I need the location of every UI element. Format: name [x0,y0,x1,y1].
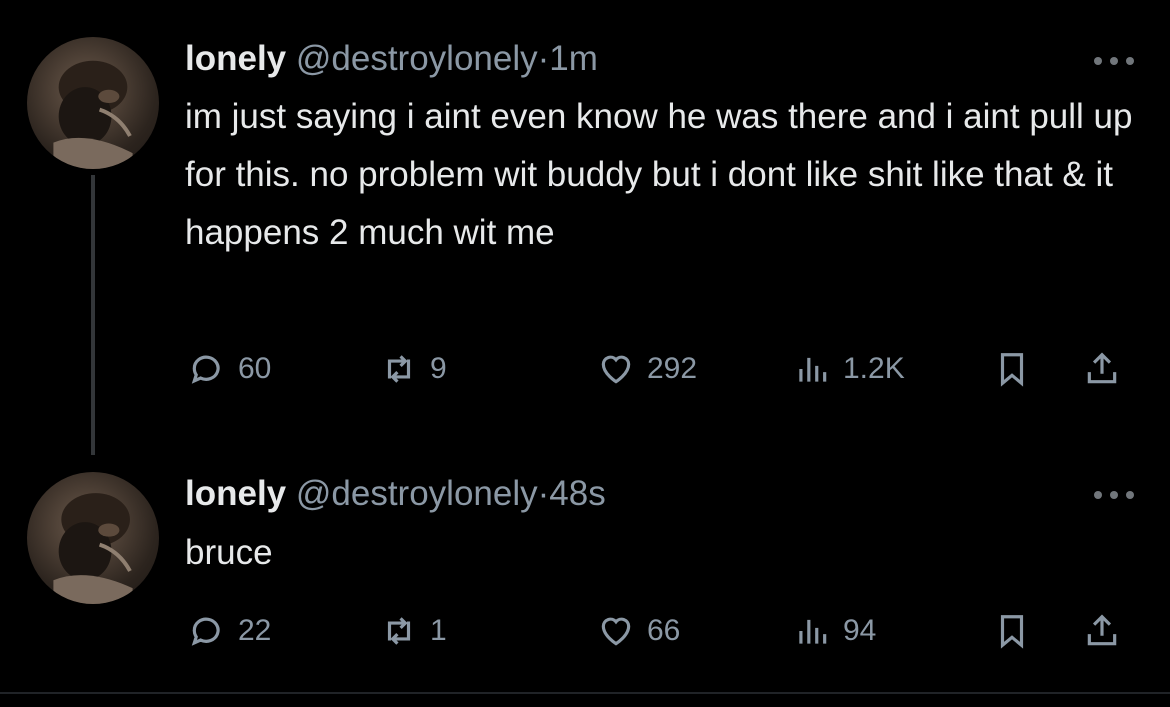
bookmark-icon [1000,615,1024,649]
views-count: 94 [843,614,877,647]
heart-icon [601,617,631,646]
avatar-image [53,493,133,604]
tweet[interactable]: lonely @destroylonely·48s bruce 22 1 66 … [0,462,1170,692]
share-icon [1087,614,1117,646]
retweet-count: 1 [430,614,447,647]
like-button[interactable]: 66 [597,606,680,656]
tweet-header: lonely @destroylonely·48s [185,473,606,515]
like-button[interactable]: 292 [597,344,697,394]
reply-button[interactable]: 22 [188,606,271,656]
views-icon [799,357,827,382]
retweet-count: 9 [430,352,447,385]
timestamp[interactable]: 48s [549,474,605,513]
share-icon [1087,352,1117,384]
timestamp[interactable]: 1m [549,39,598,78]
heart-icon [601,355,631,384]
action-bar: 60 9 292 1.2K [0,344,1170,394]
reply-button[interactable]: 60 [188,344,271,394]
thread-line [91,175,95,455]
display-name[interactable]: lonely [185,39,286,78]
tweet[interactable]: lonely @destroylonely·1m im just saying … [0,0,1170,455]
tweet-text: im just saying i aint even know he was t… [185,97,1133,252]
tweet-text: bruce [185,533,273,572]
reply-icon [191,617,220,646]
more-icon[interactable] [1094,488,1134,502]
reply-count: 60 [238,352,272,385]
views-button[interactable]: 1.2K [793,344,905,394]
retweet-button[interactable]: 1 [380,606,447,656]
tweet-header: lonely @destroylonely·1m [185,38,598,80]
bookmark-button[interactable] [993,606,1031,656]
display-name[interactable]: lonely [185,474,286,513]
divider [0,692,1170,694]
reply-count: 22 [238,614,272,647]
views-count: 1.2K [843,352,905,385]
separator-dot: · [537,39,550,78]
retweet-icon [387,617,411,645]
views-icon [799,619,827,644]
avatar[interactable] [27,37,159,169]
user-handle[interactable]: @destroylonely [296,474,538,513]
share-button[interactable] [1083,606,1121,656]
share-button[interactable] [1083,344,1121,394]
action-bar: 22 1 66 94 [0,606,1170,656]
bookmark-button[interactable] [993,344,1031,394]
more-icon[interactable] [1094,54,1134,68]
like-count: 66 [647,614,681,647]
reply-icon [191,355,220,384]
user-handle[interactable]: @destroylonely [296,39,538,78]
avatar-image [53,60,133,169]
avatar[interactable] [27,472,159,604]
views-button[interactable]: 94 [793,606,876,656]
retweet-icon [387,355,411,383]
separator-dot: · [537,474,550,513]
like-count: 292 [647,352,698,385]
retweet-button[interactable]: 9 [380,344,447,394]
bookmark-icon [1000,353,1024,387]
